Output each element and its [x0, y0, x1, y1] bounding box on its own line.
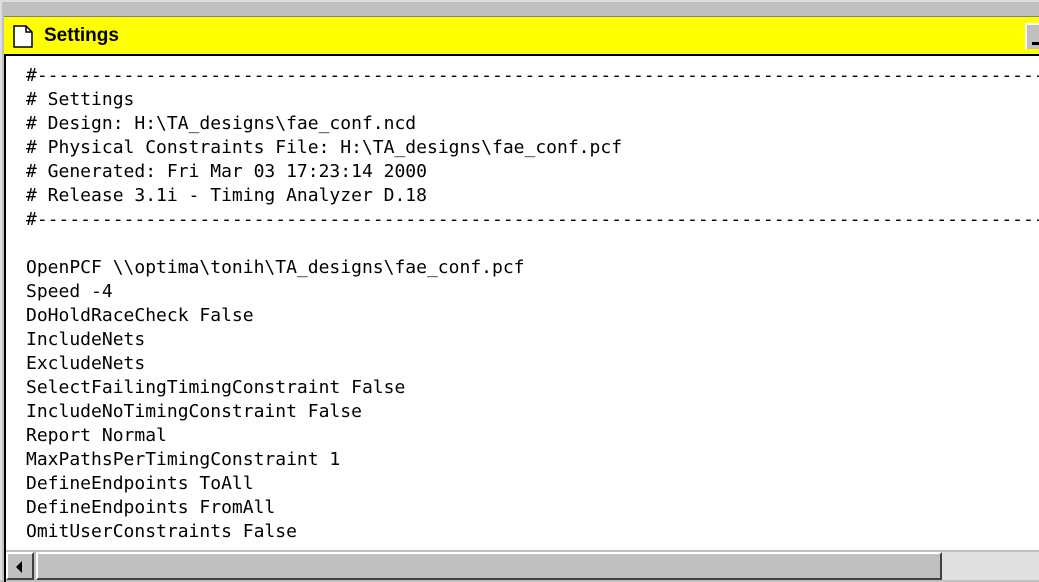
text-line: OmitUserConstraints False: [26, 521, 297, 542]
minimize-button[interactable]: [1025, 23, 1039, 49]
title-bar[interactable]: Settings: [4, 16, 1039, 54]
text-line: DoHoldRaceCheck False: [26, 305, 254, 326]
settings-window: Settings #------------------------------…: [0, 0, 1039, 582]
arrow-left-icon: [16, 561, 22, 573]
scroll-left-button[interactable]: [6, 552, 34, 580]
text-line: Speed -4: [26, 281, 113, 302]
text-line: # Physical Constraints File: H:\TA_desig…: [26, 137, 623, 158]
scroll-thumb[interactable]: [36, 552, 942, 580]
text-line: ExcludeNets: [26, 353, 146, 374]
text-line: OpenPCF \\optima\tonih\TA_designs\fae_co…: [26, 257, 525, 278]
text-line: # Settings: [26, 89, 135, 110]
text-line: DefineEndpoints FromAll: [26, 497, 276, 518]
text-line: # Release 3.1i - Timing Analyzer D.18: [26, 185, 427, 206]
window-title: Settings: [44, 25, 119, 46]
minimize-icon: [1032, 42, 1039, 45]
settings-text-area[interactable]: #---------------------------------------…: [4, 54, 1039, 550]
text-line: IncludeNoTimingConstraint False: [26, 401, 362, 422]
text-line: #---------------------------------------…: [26, 65, 1039, 86]
text-line: # Design: H:\TA_designs\fae_conf.ncd: [26, 113, 417, 134]
text-line: # Generated: Fri Mar 03 17:23:14 2000: [26, 161, 427, 182]
scroll-track[interactable]: [942, 552, 1039, 580]
text-line: IncludeNets: [26, 329, 146, 350]
text-line: MaxPathsPerTimingConstraint 1: [26, 449, 341, 470]
settings-text: #---------------------------------------…: [26, 64, 1039, 544]
text-line: #---------------------------------------…: [26, 209, 1039, 230]
text-line: SelectFailingTimingConstraint False: [26, 377, 406, 398]
text-line: Report Normal: [26, 425, 167, 446]
horizontal-scrollbar[interactable]: [4, 550, 1039, 582]
text-line: DefineEndpoints ToAll: [26, 473, 254, 494]
document-icon: [13, 25, 33, 48]
